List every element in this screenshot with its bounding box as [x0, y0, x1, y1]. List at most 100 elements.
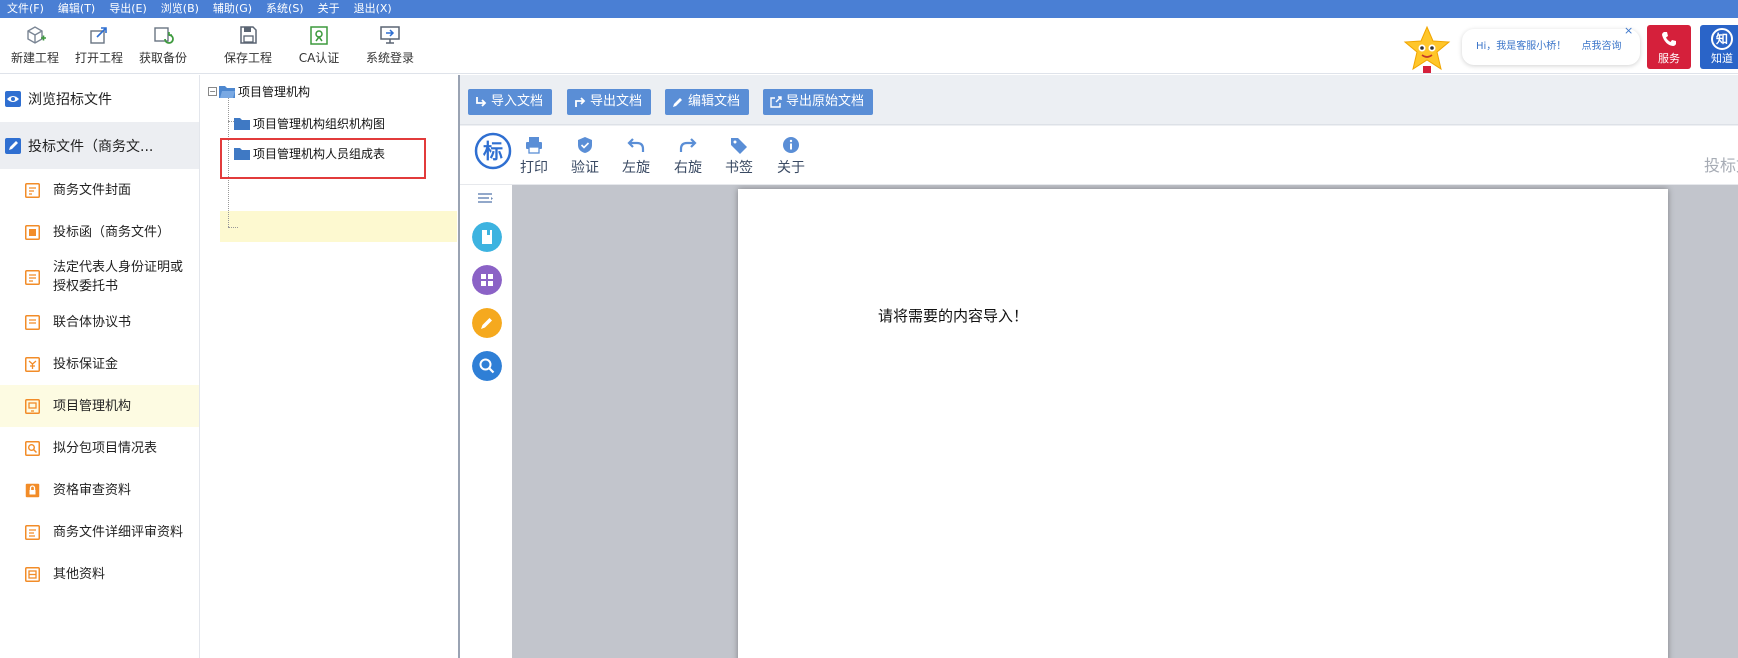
save-icon	[240, 26, 257, 44]
document-workspace: 导入文档 导出文档 编辑文档 导出原始文档 标 打印 验证 左旋 右旋 书签 关…	[458, 75, 1738, 658]
tree-selection-outline	[220, 138, 426, 179]
menu-about[interactable]: 关于	[311, 0, 347, 18]
nav-item-label: 项目管理机构	[53, 398, 132, 414]
tree-node-root[interactable]: 项目管理机构	[219, 83, 310, 100]
nav-item-subcontract[interactable]: 拟分包项目情况表	[0, 427, 199, 469]
menu-exit[interactable]: 退出(X)	[347, 0, 399, 18]
letter-icon	[25, 224, 40, 240]
menu-file[interactable]: 文件(F)	[0, 0, 51, 18]
zhidao-icon: 知	[1711, 28, 1733, 50]
export-original-button[interactable]: 导出原始文档	[763, 89, 874, 115]
external-link-icon	[770, 96, 782, 108]
nav-item-label: 联合体协议书	[53, 314, 132, 330]
tree-connector	[228, 227, 238, 228]
nav-item-consortium[interactable]: 联合体协议书	[0, 301, 199, 343]
deposit-icon	[25, 356, 40, 372]
print-button[interactable]: 打印	[514, 136, 554, 177]
new-project-button[interactable]: 新建工程	[3, 24, 67, 72]
open-project-icon	[90, 27, 107, 44]
consult-link[interactable]: 点我咨询	[1582, 41, 1622, 52]
save-project-button[interactable]: 保存工程	[216, 24, 280, 72]
bookmark-button[interactable]: 书签	[719, 136, 759, 177]
open-project-button[interactable]: 打开工程	[67, 24, 131, 72]
nav-item-deposit[interactable]: 投标保证金	[0, 343, 199, 385]
search-icon[interactable]	[472, 351, 502, 381]
rotate-left-label: 左旋	[622, 160, 650, 176]
menu-assist[interactable]: 辅助(G)	[206, 0, 259, 18]
nav-item-label: 其他资料	[53, 566, 106, 582]
outline-menu-icon[interactable]	[478, 193, 494, 205]
nav-browse-tender[interactable]: 浏览招标文件	[0, 75, 199, 122]
service-button[interactable]: 服务	[1647, 25, 1691, 69]
nav-bid-documents[interactable]: 投标文件（商务文...	[0, 122, 199, 169]
save-project-label: 保存工程	[223, 51, 272, 65]
edit-doc-label: 编辑文档	[688, 94, 741, 109]
folder-open-icon	[219, 86, 235, 98]
document-page: 请将需要的内容导入！	[738, 189, 1668, 658]
tree-node-org-chart[interactable]: 项目管理机构组织机构图	[234, 115, 385, 132]
export-original-label: 导出原始文档	[786, 94, 865, 109]
tree-node-label: 项目管理机构组织机构图	[253, 117, 386, 131]
bookmark-label: 书签	[725, 160, 753, 176]
page-thumbnail-icon[interactable]	[472, 222, 502, 252]
bid-logo-icon: 标	[474, 132, 512, 170]
open-project-label: 打开工程	[74, 51, 123, 65]
edit-doc-button[interactable]: 编辑文档	[665, 89, 750, 115]
nav-item-qualification[interactable]: 资格审查资料	[0, 469, 199, 511]
edit-icon	[5, 137, 21, 154]
system-login-button[interactable]: 系统登录	[358, 24, 422, 72]
shield-icon	[578, 137, 592, 153]
nav-item-cover[interactable]: 商务文件封面	[0, 169, 199, 211]
tree-selection-highlight	[220, 211, 457, 242]
ca-auth-button[interactable]: CA认证	[287, 24, 351, 72]
review-doc-icon	[25, 524, 40, 540]
nav-item-other[interactable]: 其他资料	[0, 553, 199, 595]
nav-item-label: 拟分包项目情况表	[53, 440, 158, 456]
menu-export[interactable]: 导出(E)	[102, 0, 154, 18]
annotate-icon[interactable]	[472, 308, 502, 338]
document-canvas[interactable]: 请将需要的内容导入！	[512, 185, 1738, 658]
chat-bubble[interactable]: Hi，我是客服小桥！ 点我咨询	[1462, 29, 1640, 65]
doc-edit-icon	[25, 182, 40, 198]
nav-item-bid-letter[interactable]: 投标函（商务文件）	[0, 211, 199, 253]
nav-browse-label: 浏览招标文件	[28, 91, 112, 108]
tree-collapse-toggle[interactable]: −	[208, 87, 217, 96]
folder-icon	[234, 118, 250, 130]
mascot-icon[interactable]	[1400, 24, 1454, 78]
print-label: 打印	[520, 160, 548, 176]
import-doc-button[interactable]: 导入文档	[468, 89, 553, 115]
chat-close-icon[interactable]: ×	[1624, 24, 1633, 37]
import-prompt-text: 请将需要的内容导入！	[878, 307, 1029, 325]
menu-system[interactable]: 系统(S)	[259, 0, 311, 18]
nav-item-detailed-review[interactable]: 商务文件详细评审资料	[0, 511, 199, 553]
viewer-toolbar: 标 打印 验证 左旋 右旋 书签 关于 投标文	[460, 126, 1738, 185]
rotate-right-button[interactable]: 右旋	[668, 136, 708, 177]
nav-item-label: 商务文件封面	[53, 182, 132, 198]
viewer-side-strip	[460, 185, 512, 658]
left-nav: 浏览招标文件 投标文件（商务文... 商务文件封面 投标函（商务文件） 法定代表…	[0, 75, 200, 658]
menu-browse[interactable]: 浏览(B)	[154, 0, 206, 18]
other-materials-icon	[25, 566, 40, 582]
export-doc-button[interactable]: 导出文档	[567, 89, 652, 115]
chat-greeting: Hi，我是客服小桥！	[1476, 41, 1567, 52]
zhidao-button[interactable]: 知 知道	[1700, 25, 1738, 69]
service-label: 服务	[1658, 52, 1680, 65]
org-icon	[25, 398, 40, 414]
menu-edit[interactable]: 编辑(T)	[51, 0, 102, 18]
about-label: 关于	[777, 160, 805, 176]
main-toolbar: 新建工程 打开工程 获取备份 保存工程 CA认证 系统登录 Hi，我是客服小桥！…	[0, 18, 1738, 74]
verify-button[interactable]: 验证	[565, 136, 605, 177]
document-toolbar: 导入文档 导出文档 编辑文档 导出原始文档	[460, 75, 1738, 125]
bid-logo-glyph: 标	[483, 139, 503, 163]
system-login-label: 系统登录	[365, 51, 414, 65]
nav-item-label: 法定代表人身份证明或授权委托书	[53, 260, 184, 294]
ca-auth-label: CA认证	[298, 51, 340, 65]
nav-item-legal-rep[interactable]: 法定代表人身份证明或授权委托书	[0, 253, 199, 301]
grid-view-icon[interactable]	[472, 265, 502, 295]
rotate-left-button[interactable]: 左旋	[616, 136, 656, 177]
bid-doc-title-truncated: 投标文	[1704, 156, 1738, 175]
nav-item-project-org[interactable]: 项目管理机构	[0, 385, 199, 427]
lock-icon	[25, 483, 40, 497]
about-button[interactable]: 关于	[771, 136, 811, 177]
get-backup-button[interactable]: 获取备份	[131, 24, 195, 72]
